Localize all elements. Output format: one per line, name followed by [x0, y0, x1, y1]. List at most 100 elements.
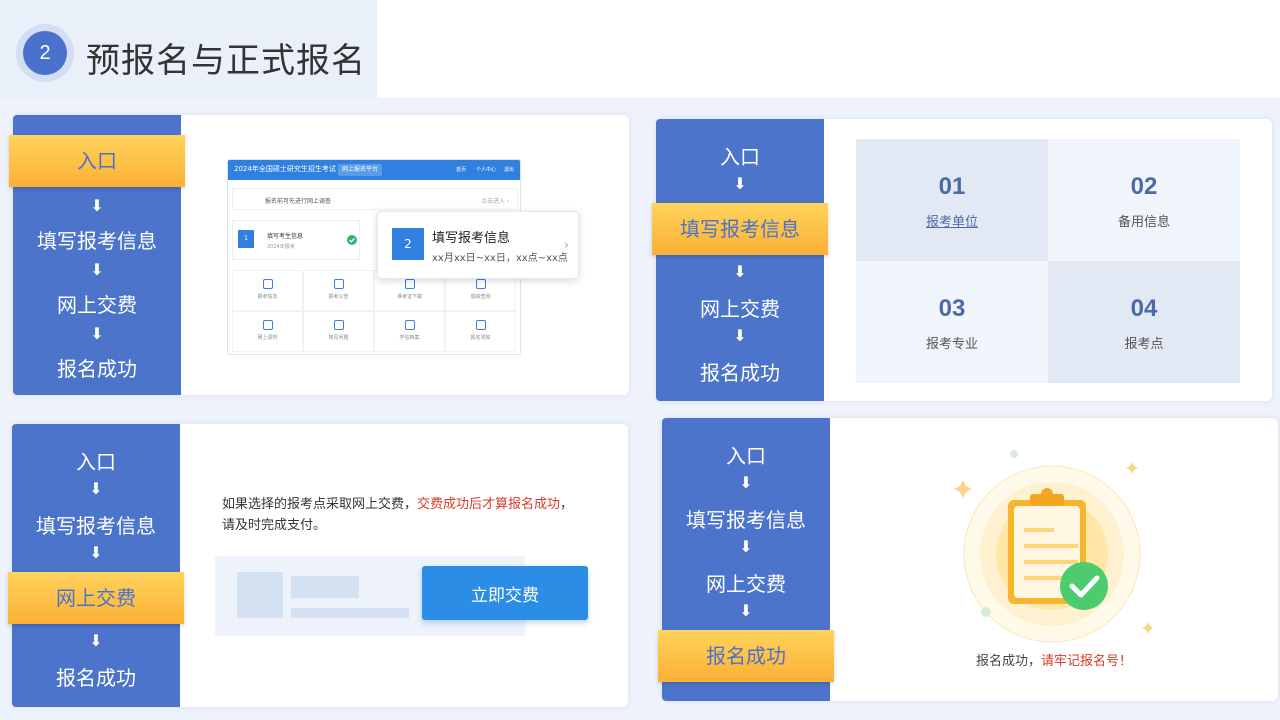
- mini-notice: 报名前可先进行网上调查: [265, 198, 332, 205]
- mini-grid-cell[interactable]: 常见问题: [303, 311, 374, 352]
- arrow-down-icon: ⬇: [733, 262, 747, 281]
- document-icon: [262, 320, 273, 330]
- mini-grid-cell[interactable]: 报名须知: [445, 311, 516, 352]
- field-number: 02: [1130, 173, 1158, 200]
- megaphone-icon: [333, 279, 344, 289]
- flow-step-success: 报名成功: [57, 357, 137, 381]
- mini-grid-label: 网上调剂: [257, 335, 278, 341]
- mini-step-badge: 1: [238, 230, 254, 248]
- panel-fill-info: 入口 ⬇ ⬇ 网上交费 ⬇ 报名成功 填写报考信息 01 报考单位 02 备用信…: [652, 119, 1272, 401]
- arrow-down-icon: ⬇: [739, 537, 753, 556]
- pay-now-button[interactable]: 立即交费: [422, 566, 588, 620]
- popup-title: 填写报考信息: [432, 231, 511, 246]
- flow-step-pay: 网上交费: [706, 572, 786, 596]
- placeholder-line: [291, 608, 409, 618]
- mini-notice-row[interactable]: 报名前可先进行网上调查 点击进入 ›: [232, 188, 518, 210]
- mini-card-sub: 2024年报考: [267, 244, 295, 250]
- mini-logout-link[interactable]: 退出: [504, 166, 514, 173]
- flow-step-pay: 网上交费: [700, 297, 780, 321]
- mini-title: 2024年全国硕士研究生招生考试: [234, 165, 336, 173]
- arrow-down-icon: ⬇: [733, 174, 747, 193]
- fill-info-popup[interactable]: 2 填写报考信息 xx月xx日~xx日，xx点~xx点 ›: [377, 211, 579, 279]
- flow-sidebar: 入口 ⬇ 填写报考信息 ⬇ ⬇ 报名成功: [12, 424, 180, 707]
- page-title: 预报名与正式报名: [86, 41, 366, 81]
- bulb-icon: [262, 279, 273, 289]
- popup-step-number: 2: [392, 228, 424, 260]
- flow-step-entry-active[interactable]: 入口: [9, 135, 185, 187]
- field-unit[interactable]: 01 报考单位: [856, 139, 1048, 261]
- arrow-down-icon: ⬇: [733, 326, 747, 345]
- field-major[interactable]: 03 报考专业: [856, 261, 1048, 383]
- check-circle-icon: [347, 235, 357, 245]
- arrow-down-icon: ⬇: [739, 601, 753, 620]
- placeholder-line: [291, 576, 359, 598]
- flow-step-success-active[interactable]: 报名成功: [658, 630, 834, 682]
- popup-subtitle: xx月xx日~xx日，xx点~xx点: [432, 253, 568, 264]
- mini-topbar: 2024年全国硕士研究生招生考试 网上报名平台 首页 个人中心 退出: [228, 160, 520, 180]
- mini-grid-cell[interactable]: 报考信息: [232, 270, 303, 311]
- mini-tag: 网上报名平台: [338, 164, 383, 176]
- field-backup[interactable]: 02 备用信息: [1048, 139, 1240, 261]
- step-badge: 2: [16, 24, 74, 82]
- arrow-down-icon: ⬇: [90, 260, 104, 279]
- mini-grid-label: 学信档案: [399, 335, 420, 341]
- pay-notice: 如果选择的报考点采取网上交费，交费成功后才算报名成功，请及时完成支付。: [222, 494, 582, 536]
- success-message: 报名成功，请牢记报名号！: [872, 650, 1236, 669]
- header-blank: [377, 0, 1280, 98]
- mini-card-title: 填写考生信息: [267, 233, 304, 240]
- mini-grid-cell[interactable]: 网上调剂: [232, 311, 303, 352]
- panel-entry: ⬇ 填写报考信息 ⬇ 网上交费 ⬇ 报名成功 入口 2024年全国硕士研究生招生…: [9, 115, 629, 395]
- mini-user-link[interactable]: 个人中心: [476, 166, 496, 173]
- flow-step-success: 报名成功: [56, 666, 136, 690]
- mini-grid-label: 准考证下载: [396, 294, 422, 300]
- field-exam-site[interactable]: 04 报考点: [1048, 261, 1240, 383]
- placeholder-image: [237, 572, 283, 618]
- arrow-down-icon: ⬇: [739, 473, 753, 492]
- flow-step-entry: 入口: [720, 145, 760, 169]
- cloud-icon: [404, 320, 415, 330]
- mini-grid-cell[interactable]: 报考公告: [303, 270, 374, 311]
- arrow-down-icon: ⬇: [89, 631, 103, 650]
- notice-warning: 交费成功后才算报名成功: [417, 497, 561, 512]
- flow-step-success: 报名成功: [700, 361, 780, 385]
- clipboard-success-icon: [954, 450, 1152, 643]
- flow-step-pay: 网上交费: [57, 293, 137, 317]
- mini-notice-right: 点击进入 ›: [481, 198, 510, 205]
- field-number: 03: [938, 295, 966, 322]
- clipboard-check-icon: [475, 320, 486, 330]
- step-number: 2: [23, 31, 67, 75]
- mini-grid: 报考信息 报考公告 准考证下载 成绩查询 网上调剂 常见问题 学信档案 报名须知: [232, 270, 518, 352]
- field-number: 04: [1130, 295, 1158, 322]
- panel-success: 入口 ⬇ 填写报考信息 ⬇ 网上交费 ⬇ 报名成功 报名成功，请牢记报名号！: [658, 418, 1278, 701]
- field-label: 报考点: [1124, 337, 1164, 352]
- flow-step-fill-active[interactable]: 填写报考信息: [652, 203, 828, 255]
- mini-grid-cell[interactable]: 学信档案: [374, 311, 445, 352]
- field-label[interactable]: 报考单位: [856, 211, 1048, 230]
- mini-grid-label: 常见问题: [328, 335, 349, 341]
- flow-step-pay-active[interactable]: 网上交费: [8, 572, 184, 624]
- book-icon: [475, 279, 486, 289]
- field-label: 报考专业: [925, 337, 978, 352]
- arrow-down-icon: ⬇: [90, 324, 104, 343]
- flow-step-entry: 入口: [76, 450, 116, 474]
- flow-step-entry: 入口: [726, 444, 766, 468]
- question-icon: [333, 320, 344, 330]
- arrow-down-icon: ⬇: [89, 543, 103, 562]
- arrow-down-icon: ⬇: [90, 196, 104, 215]
- field-label: 备用信息: [1117, 215, 1170, 230]
- flow-sidebar: 入口 ⬇ ⬇ 网上交费 ⬇ 报名成功: [656, 119, 824, 401]
- arrow-down-icon: ⬇: [89, 479, 103, 498]
- success-warning: 请牢记报名号！: [1041, 654, 1133, 669]
- chevron-right-icon: ›: [564, 238, 569, 252]
- flow-step-fill: 填写报考信息: [686, 508, 806, 532]
- mini-grid-label: 报考公告: [328, 294, 349, 300]
- flow-step-fill: 填写报考信息: [37, 229, 157, 253]
- mini-grid-label: 成绩查询: [470, 294, 491, 300]
- mini-grid-label: 报名须知: [470, 335, 491, 341]
- mini-grid-label: 报考信息: [257, 294, 278, 300]
- flow-step-fill: 填写报考信息: [36, 514, 156, 538]
- notice-normal: 如果选择的报考点采取网上交费，: [222, 497, 418, 512]
- field-number: 01: [938, 173, 966, 200]
- success-normal: 报名成功，: [975, 654, 1041, 669]
- mini-home-link[interactable]: 首页: [456, 166, 466, 173]
